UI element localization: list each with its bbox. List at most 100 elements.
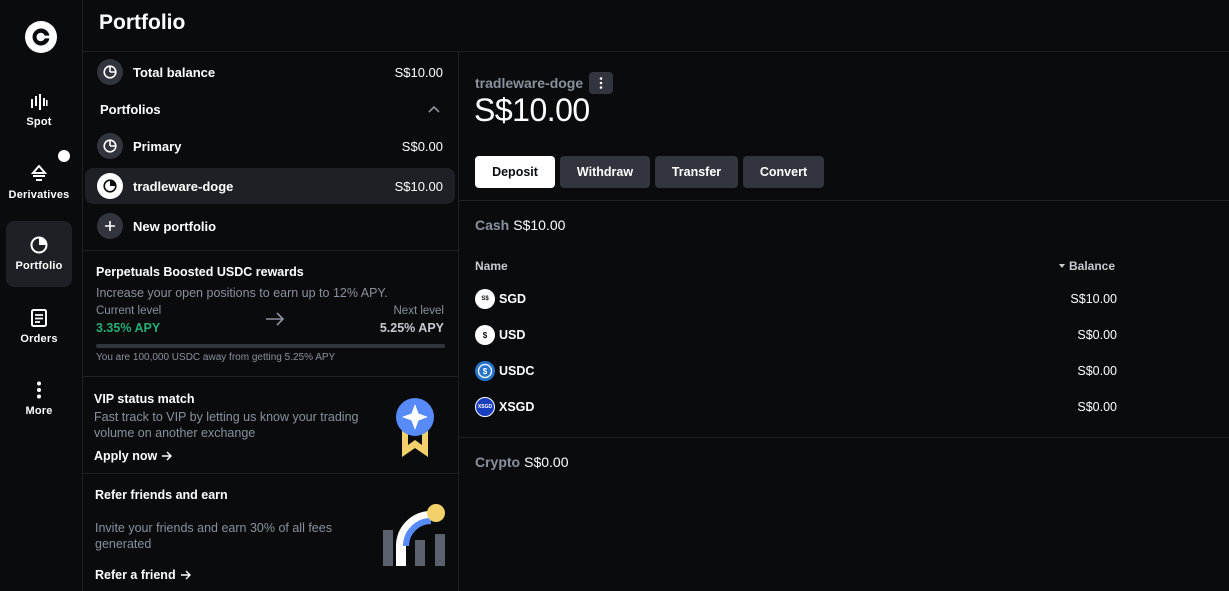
account-name: tradleware-doge	[475, 75, 584, 91]
column-header-balance[interactable]: Balance	[1059, 259, 1115, 273]
portfolio-value: S$0.00	[401, 138, 443, 154]
nav-item-orders[interactable]: Orders	[6, 294, 72, 360]
arrow-right-icon	[162, 451, 173, 461]
xsgd-coin-icon: XSGD	[475, 397, 495, 417]
sort-descending-icon	[1059, 264, 1065, 268]
column-header-name[interactable]: Name	[475, 259, 508, 273]
nav-item-label: Orders	[20, 333, 58, 345]
svg-text:$: $	[483, 367, 488, 376]
coinbase-logo-icon[interactable]	[24, 20, 58, 54]
deposit-button[interactable]: Deposit	[475, 156, 555, 188]
nav-item-spot[interactable]: Spot	[6, 78, 72, 144]
derivatives-icon	[30, 165, 48, 181]
nav-item-derivatives[interactable]: Derivatives	[6, 150, 72, 216]
action-buttons: Deposit Withdraw Transfer Convert	[475, 156, 824, 188]
card-subtitle: Fast track to VIP by letting us know you…	[94, 410, 359, 440]
arrow-right-icon	[266, 312, 285, 326]
account-name-row: tradleware-doge	[475, 72, 614, 94]
nav-rail: Spot Derivatives Portfolio Orders More	[0, 0, 83, 591]
pie-chart-icon	[97, 133, 123, 159]
usdc-coin-icon: $	[475, 361, 495, 381]
card-title: Perpetuals Boosted USDC rewards	[96, 265, 304, 279]
more-options-button[interactable]	[589, 72, 614, 94]
vip-badge-icon	[396, 398, 434, 457]
nav-item-portfolio[interactable]: Portfolio	[6, 221, 72, 287]
portfolio-name: Primary	[133, 138, 182, 154]
notification-dot	[58, 150, 70, 162]
nav-item-label: Derivatives	[8, 189, 70, 201]
usd-coin-icon: $	[475, 325, 495, 345]
sgd-coin-icon: S$	[475, 289, 495, 309]
crypto-label: Crypto	[475, 454, 521, 470]
table-row[interactable]: $ USDC S$0.00	[475, 359, 1117, 383]
total-balance-label: Total balance	[133, 64, 216, 80]
portfolio-name: tradleware-doge	[133, 178, 234, 194]
table-row[interactable]: S$ SGD S$10.00	[475, 287, 1117, 311]
cash-section-header: Cash S$10.00	[475, 217, 565, 233]
rewards-footnote: You are 100,000 USDC away from getting 5…	[96, 352, 336, 363]
refer-a-friend-link[interactable]: Refer a friend	[95, 568, 192, 582]
chevron-up-icon[interactable]	[428, 104, 440, 114]
portfolios-heading: Portfolios	[100, 102, 161, 117]
asset-name: XSGD	[499, 400, 535, 414]
new-portfolio-label: New portfolio	[133, 218, 217, 234]
portfolio-list-panel: Total balance S$10.00 Portfolios Primary…	[83, 52, 459, 591]
card-subtitle: Increase your open positions to earn up …	[96, 286, 388, 300]
card-title: VIP status match	[94, 392, 195, 406]
pie-chart-icon	[97, 59, 123, 85]
portfolio-item-primary[interactable]: Primary S$0.00	[85, 128, 455, 164]
cash-value: S$10.00	[513, 217, 566, 233]
card-subtitle: Invite your friends and earn 30% of all …	[95, 521, 332, 551]
crypto-value: S$0.00	[524, 454, 569, 470]
asset-balance: S$0.00	[1077, 364, 1117, 378]
refer-friends-card: Refer friends and earn Invite your frien…	[83, 473, 458, 591]
asset-name: SGD	[499, 292, 527, 306]
referral-growth-illustration	[383, 504, 445, 566]
pie-chart-icon	[97, 173, 123, 199]
asset-balance: S$0.00	[1077, 400, 1117, 414]
balance-header-label: Balance	[1069, 259, 1116, 273]
table-row[interactable]: XSGD XSGD S$0.00	[475, 395, 1117, 419]
page-header: Portfolio	[83, 0, 1229, 52]
refer-a-friend-label: Refer a friend	[95, 568, 176, 582]
rewards-progress-bar	[96, 344, 445, 348]
asset-name: USD	[499, 328, 526, 342]
transfer-button[interactable]: Transfer	[655, 156, 738, 188]
asset-balance: S$0.00	[1077, 328, 1117, 342]
orders-icon	[31, 309, 47, 327]
page-title: Portfolio	[99, 11, 186, 34]
nav-item-more[interactable]: More	[6, 366, 72, 432]
convert-button[interactable]: Convert	[743, 156, 824, 188]
divider	[459, 200, 1229, 201]
portfolio-value: S$10.00	[394, 178, 443, 194]
portfolio-item-tradleware-doge[interactable]: tradleware-doge S$10.00	[85, 168, 455, 204]
total-balance-value: S$10.00	[394, 64, 443, 80]
arrow-right-icon	[180, 570, 191, 580]
withdraw-button[interactable]: Withdraw	[560, 156, 650, 188]
vip-status-card: VIP status match Fast track to VIP by le…	[83, 376, 458, 474]
plus-icon	[97, 213, 123, 239]
total-balance-row[interactable]: Total balance S$10.00	[85, 54, 455, 90]
apply-now-label: Apply now	[94, 449, 158, 463]
nav-item-label: More	[25, 405, 53, 417]
more-vertical-icon	[37, 381, 41, 399]
table-row[interactable]: $ USD S$0.00	[475, 323, 1117, 347]
next-level-label: Next level	[393, 305, 445, 317]
card-title: Refer friends and earn	[95, 488, 228, 502]
new-portfolio-button[interactable]: New portfolio	[85, 208, 455, 244]
portfolio-detail-panel: tradleware-doge S$10.00 Deposit Withdraw…	[459, 52, 1229, 591]
current-level-label: Current level	[96, 305, 162, 317]
perps-rewards-card: Perpetuals Boosted USDC rewards Increase…	[83, 250, 458, 376]
candlestick-icon	[31, 94, 48, 110]
nav-item-label: Spot	[26, 116, 52, 128]
crypto-section-header: Crypto S$0.00	[475, 454, 569, 470]
account-balance: S$10.00	[474, 92, 590, 128]
asset-name: USDC	[499, 364, 535, 378]
current-level-value: 3.35% APY	[96, 321, 161, 335]
cash-label: Cash	[475, 217, 510, 233]
apply-now-link[interactable]: Apply now	[94, 449, 173, 463]
divider	[459, 437, 1229, 438]
asset-balance: S$10.00	[1070, 292, 1117, 306]
pie-chart-icon	[30, 236, 48, 254]
next-level-value: 5.25% APY	[379, 321, 444, 335]
